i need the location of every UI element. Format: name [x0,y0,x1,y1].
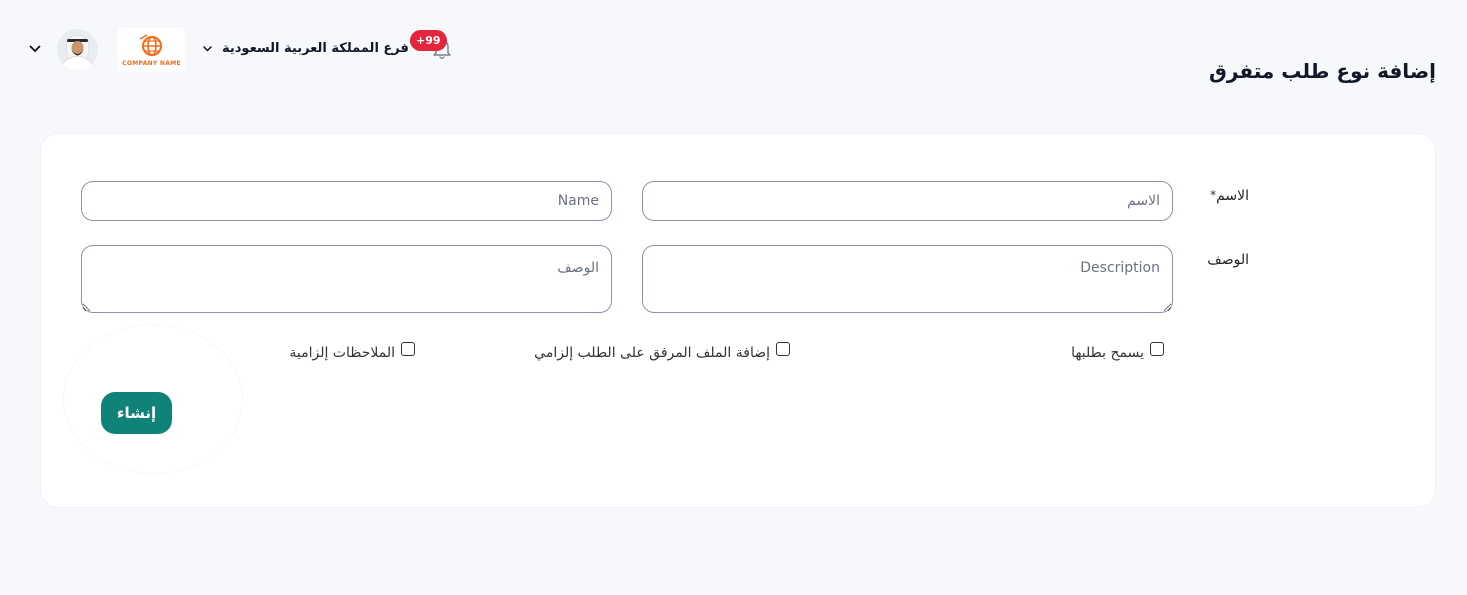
branch-chevron-down-icon[interactable] [201,43,213,55]
allow-request-checkbox-box[interactable] [1150,342,1164,356]
create-button[interactable]: إنشاء [101,392,172,434]
name-ar-input[interactable] [642,181,1173,221]
attachment-required-checkbox[interactable]: إضافة الملف المرفق على الطلب إلزامي [534,342,790,361]
allow-request-label: يسمح بطلبها [1071,345,1144,361]
notification-badge[interactable]: +99 [410,30,447,51]
description-en-textarea[interactable] [642,245,1173,313]
description-ar-textarea[interactable] [81,245,612,313]
name-label-text: الاسم [1216,188,1249,204]
avatar[interactable] [57,29,98,70]
notes-required-checkbox-box[interactable] [401,342,415,356]
company-logo-text: COMPANY NAME [122,59,181,67]
attachment-required-checkbox-box[interactable] [776,342,790,356]
allow-request-checkbox[interactable]: يسمح بطلبها [1071,342,1164,361]
branch-selector[interactable]: فرع المملكة العربية السعودية [222,41,409,56]
notes-required-checkbox[interactable]: الملاحظات إلزامية [289,342,415,361]
attachment-required-label: إضافة الملف المرفق على الطلب إلزامي [534,345,770,361]
company-logo: COMPANY NAME [118,28,185,72]
page-title: إضافة نوع طلب متفرق [1209,59,1436,83]
name-en-input[interactable] [81,181,612,221]
name-label: الاسم* [1210,188,1249,204]
user-menu-chevron-icon[interactable] [28,42,42,56]
form-card: الاسم* الوصف يسمح بطلبها إضافة الملف الم… [40,133,1436,508]
globe-logo-icon [139,33,162,56]
notes-required-label: الملاحظات إلزامية [289,345,395,361]
description-label: الوصف [1207,252,1249,268]
